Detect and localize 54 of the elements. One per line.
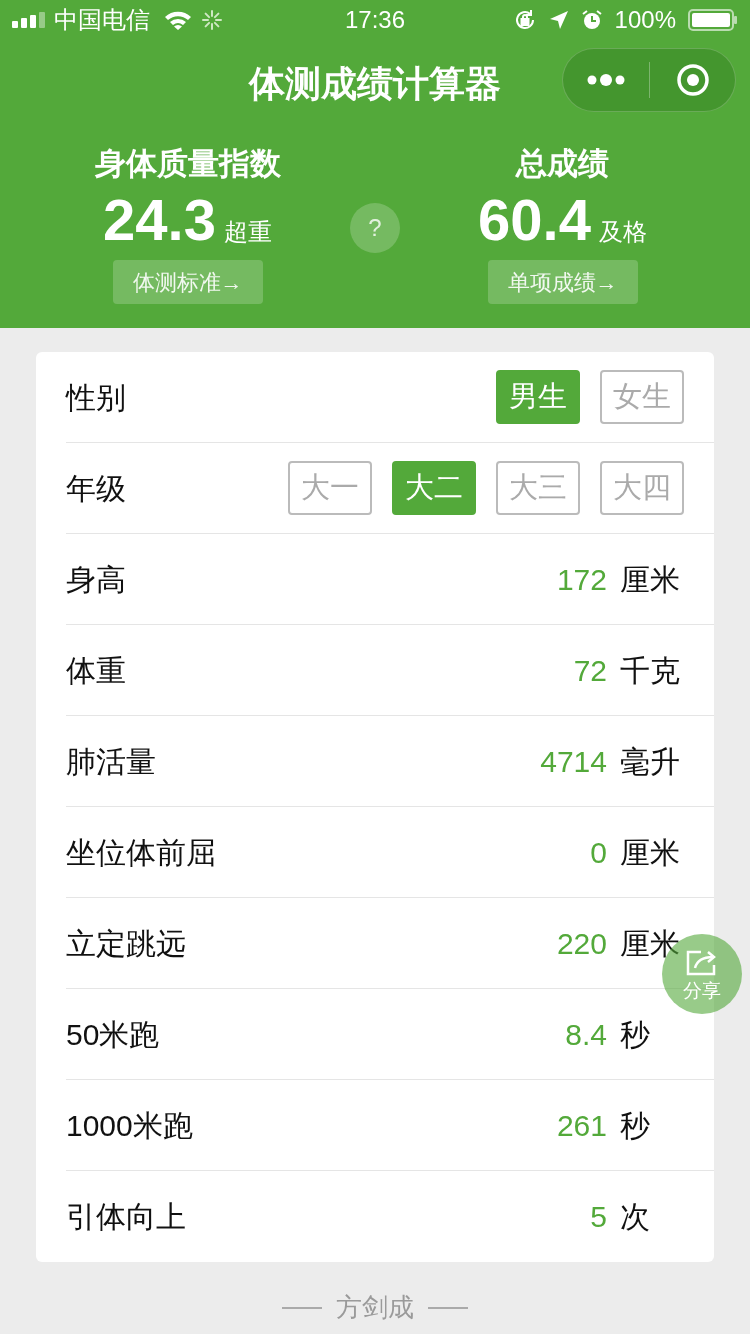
loading-icon	[202, 10, 222, 30]
help-button[interactable]: ?	[350, 203, 400, 253]
field-label: 身高	[66, 561, 126, 598]
option-button[interactable]: 大二	[392, 461, 476, 515]
share-label: 分享	[683, 980, 721, 1000]
summary-label: 总成绩	[516, 145, 609, 183]
field-label: 立定跳远	[66, 925, 186, 962]
author-name: 方剑成	[336, 1291, 414, 1324]
scores-button[interactable]: 单项成绩→	[487, 260, 638, 304]
unit-label: 厘米	[620, 561, 681, 598]
signal-icon	[12, 12, 46, 28]
unit-label: 秒	[620, 1107, 651, 1144]
field-label: 肺活量	[66, 743, 156, 780]
field-label: 年级	[66, 470, 126, 507]
option-button[interactable]: 女生	[600, 370, 684, 424]
input-field[interactable]: 261	[556, 1102, 607, 1148]
location-icon	[548, 10, 569, 30]
input-field[interactable]: 72	[573, 647, 607, 693]
carrier-name: 中国电信	[54, 8, 150, 32]
input-field[interactable]: 8.4	[565, 1011, 607, 1057]
summary-value: 24.3	[103, 188, 216, 252]
battery-icon	[688, 9, 738, 31]
unit-label: 厘米	[620, 834, 681, 871]
input-field[interactable]: 0	[590, 829, 607, 875]
input-field[interactable]: 4714	[540, 738, 607, 784]
summary-value: 60.4	[478, 188, 591, 252]
option-button[interactable]: 大一	[288, 461, 372, 515]
battery-percent: 100%	[614, 8, 676, 32]
option-button[interactable]: 大三	[496, 461, 580, 515]
unit-label: 秒	[620, 1016, 651, 1053]
alarm-icon	[580, 9, 603, 31]
page-title: 体测成绩计算器	[249, 62, 501, 106]
grade-label: 超重	[223, 217, 272, 247]
close-icon	[675, 63, 710, 97]
input-field[interactable]: 5	[590, 1194, 607, 1239]
field-label: 1000米跑	[66, 1107, 193, 1144]
unit-label: 千克	[620, 652, 681, 689]
input-field[interactable]: 172	[556, 556, 607, 602]
unit-label: 毫升	[620, 743, 681, 780]
field-label: 坐位体前屈	[66, 834, 216, 871]
option-button[interactable]: 男生	[496, 370, 580, 424]
field-label: 性别	[66, 379, 126, 416]
field-label: 体重	[66, 652, 126, 689]
summary-label: 身体质量指数	[94, 145, 281, 183]
field-label: 引体向上	[66, 1199, 186, 1235]
input-field[interactable]: 220	[556, 920, 607, 966]
wifi-icon	[164, 10, 192, 30]
more-icon	[587, 74, 625, 86]
field-label: 50米跑	[66, 1016, 160, 1053]
option-button[interactable]: 大四	[600, 461, 684, 515]
grade-label: 及格	[598, 217, 647, 247]
unit-label: 次	[620, 1199, 651, 1235]
standards-button[interactable]: 体测标准→	[112, 260, 263, 304]
clock-time: 17:36	[344, 8, 406, 32]
